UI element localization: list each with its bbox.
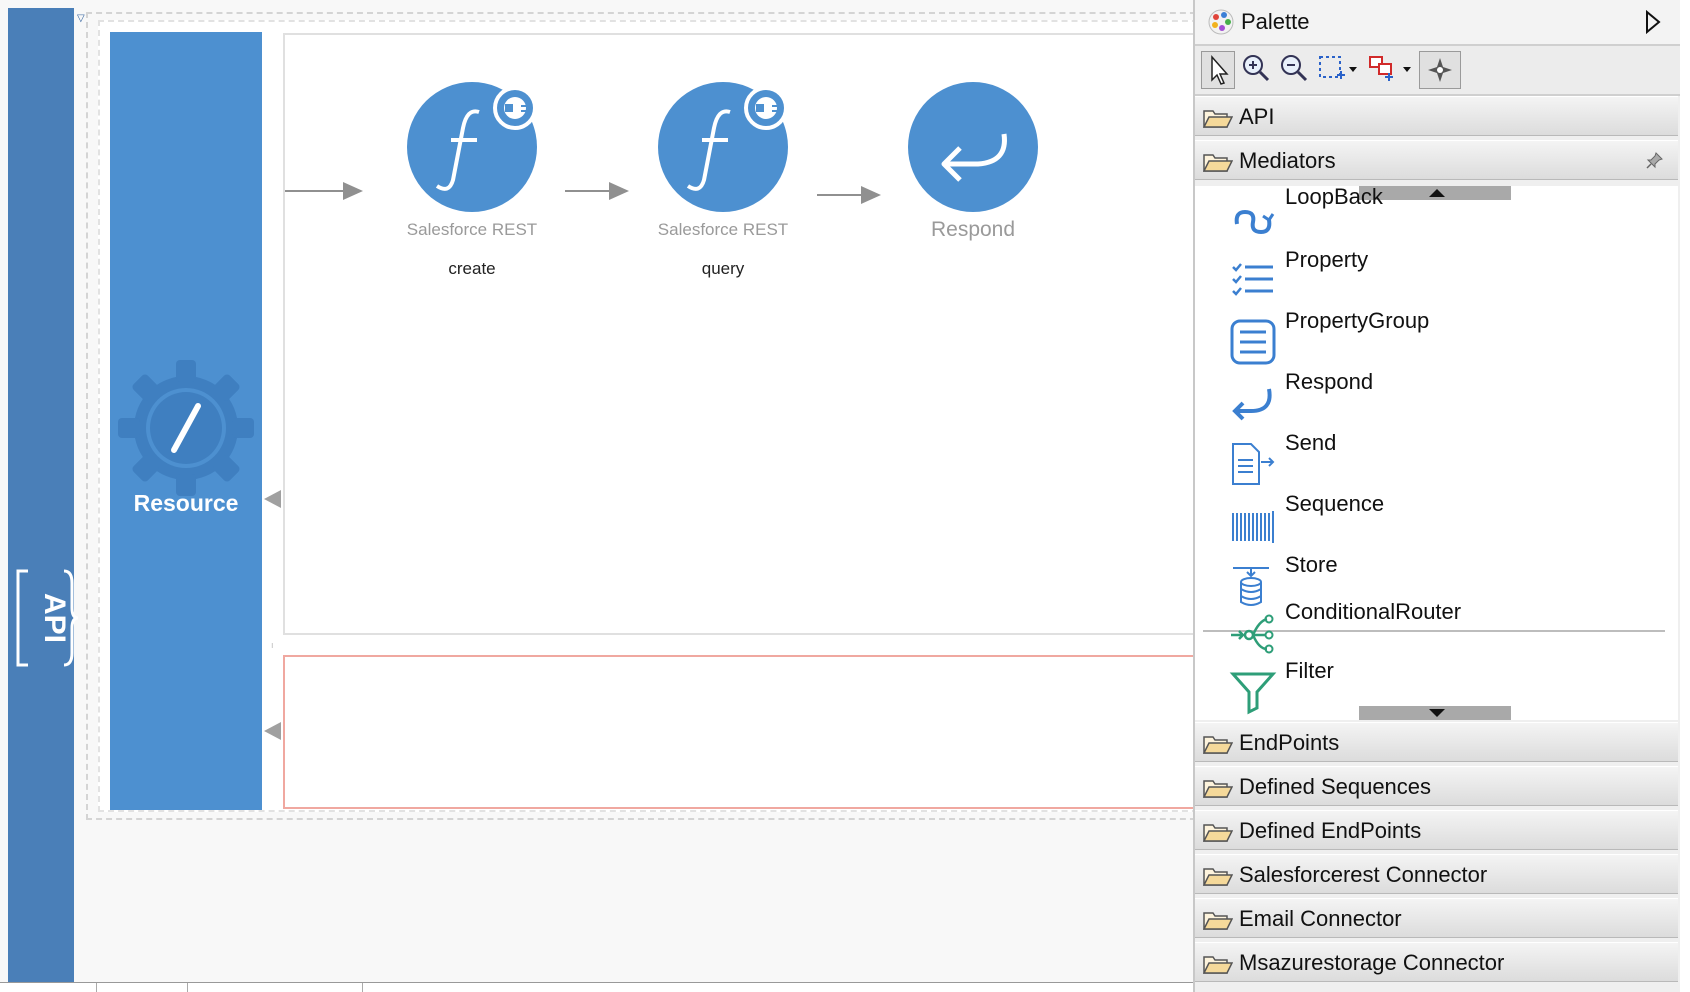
mediator-name-label: create (448, 259, 496, 278)
palette-title: Palette (1241, 9, 1310, 34)
connection-button[interactable] (1365, 51, 1415, 89)
drawer-label: API (1239, 104, 1275, 129)
drawer-defined-endpoints[interactable]: Defined EndPoints (1195, 810, 1678, 850)
zoom-in-button[interactable] (1239, 51, 1273, 89)
marquee-icon (1319, 56, 1357, 79)
drawer-api[interactable]: API (1195, 96, 1678, 136)
palette-item-sequence[interactable]: Sequence (1195, 491, 1678, 551)
send-icon (1232, 443, 1275, 485)
palette-item-send[interactable]: Send (1195, 430, 1678, 490)
bottom-tab[interactable] (96, 983, 188, 992)
palette-item-label: PropertyGroup (1285, 308, 1430, 333)
flow-arrow (817, 186, 881, 204)
drawer-mediators[interactable]: Mediators (1195, 140, 1678, 180)
conditional-router-icon (1231, 614, 1274, 654)
drawer-label: Defined Sequences (1239, 774, 1432, 799)
palette-item-loopback[interactable]: LoopBack (1195, 186, 1678, 244)
zoom-out-icon (1281, 55, 1308, 82)
api-bar[interactable]: API (8, 8, 79, 984)
palette-item-label: LoopBack (1285, 186, 1383, 209)
drawer-endpoints[interactable]: EndPoints (1195, 722, 1678, 762)
design-canvas[interactable]: API ▽ Resource ı Salesforce REST create … (0, 0, 1195, 992)
folder-icon (1203, 736, 1233, 754)
resource-label: Resource (133, 490, 239, 516)
folder-icon (1203, 956, 1233, 974)
drawer-label: EndPoints (1239, 730, 1340, 755)
salesforce-function-icon (407, 82, 537, 212)
palette-item-label: Sequence (1285, 491, 1385, 516)
pin-icon[interactable] (1646, 151, 1664, 169)
bottom-tab[interactable] (186, 983, 363, 992)
resource-block[interactable]: Resource (110, 32, 262, 810)
drawer-label: Mediators (1239, 148, 1336, 173)
palette-item-label: Filter (1285, 658, 1334, 683)
snap-tool-button[interactable] (1419, 51, 1461, 89)
mediator-respond[interactable]: Respond (883, 82, 1063, 242)
drawer-label: Defined EndPoints (1239, 818, 1422, 843)
palette-item-respond[interactable]: Respond (1195, 369, 1678, 429)
palette-item-label: Store (1285, 552, 1338, 577)
drawer-label: Msazurestorage Connector (1239, 950, 1505, 975)
bottom-tab-bar (0, 982, 1195, 992)
palette-item-conditionalrouter[interactable]: ConditionalRouter (1195, 599, 1678, 659)
in-sequence-marker-icon (264, 490, 281, 508)
palette-item-property[interactable]: Property (1195, 247, 1678, 307)
mediator-salesforce-create[interactable]: Salesforce REST create (382, 82, 562, 279)
fault-sequence-marker-icon (264, 722, 281, 740)
mediator-salesforce-query[interactable]: Salesforce REST query (633, 82, 813, 279)
scroll-down-button[interactable] (1359, 706, 1511, 720)
drawer-label: Salesforcerest Connector (1239, 862, 1488, 887)
mediators-list[interactable]: LoopBack Property PropertyGroup Respond … (1195, 186, 1678, 720)
folder-icon (1203, 912, 1233, 930)
mediator-type-label: Salesforce REST (406, 220, 538, 239)
palette-item-label: Respond (1285, 369, 1374, 394)
pointer-icon (1211, 55, 1229, 85)
collapse-palette-icon[interactable] (1643, 10, 1663, 34)
palette-item-propertygroup[interactable]: PropertyGroup (1195, 308, 1678, 368)
connection-icon (1369, 56, 1411, 81)
folder-icon (1203, 868, 1233, 886)
api-label-text: API (38, 593, 71, 643)
respond-icon (908, 82, 1038, 212)
folder-icon (1203, 824, 1233, 842)
zoom-out-button[interactable] (1277, 51, 1311, 89)
api-bracket-label: API (16, 569, 79, 667)
drawer-msazurestorage-connector[interactable]: Msazurestorage Connector (1195, 942, 1678, 982)
select-tool-button[interactable] (1201, 51, 1235, 89)
snap-icon (1428, 58, 1452, 82)
palette-item-label: Property (1285, 247, 1369, 272)
zoom-in-icon (1243, 55, 1270, 82)
folder-icon (1203, 110, 1233, 128)
sequence-icon (1232, 511, 1274, 543)
mediator-name-label: query (701, 259, 745, 278)
palette-toolbar (1195, 46, 1680, 96)
drawer-salesforcerest-connector[interactable]: Salesforcerest Connector (1195, 854, 1678, 894)
palette-panel: Palette API Mediators LoopBack Property … (1193, 0, 1680, 992)
marquee-button[interactable] (1315, 51, 1361, 89)
property-group-icon (1230, 319, 1276, 365)
drawer-email-connector[interactable]: Email Connector (1195, 898, 1678, 938)
folder-open-icon (1203, 154, 1233, 172)
loopback-icon (1234, 209, 1275, 235)
salesforce-function-icon (658, 82, 788, 212)
property-icon (1232, 263, 1273, 296)
mediator-type-label: Salesforce REST (657, 220, 789, 239)
palette-icon (1208, 9, 1234, 35)
mediator-type-label: Respond (930, 218, 1016, 241)
drawer-defined-sequences[interactable]: Defined Sequences (1195, 766, 1678, 806)
small-marker-icon: ı (271, 640, 274, 650)
fault-sequence-box[interactable] (283, 655, 1195, 809)
flow-arrow (285, 182, 363, 200)
resource-gear-icon (118, 360, 254, 496)
palette-header: Palette (1195, 0, 1680, 46)
filter-icon (1229, 672, 1277, 715)
collapse-triangle-icon[interactable]: ▽ (77, 14, 85, 24)
respond-icon (1232, 388, 1272, 421)
drawer-label: Email Connector (1239, 906, 1402, 931)
palette-item-label: Send (1285, 430, 1337, 455)
folder-icon (1203, 780, 1233, 798)
flow-arrow (565, 182, 629, 200)
palette-item-label: ConditionalRouter (1285, 599, 1462, 624)
